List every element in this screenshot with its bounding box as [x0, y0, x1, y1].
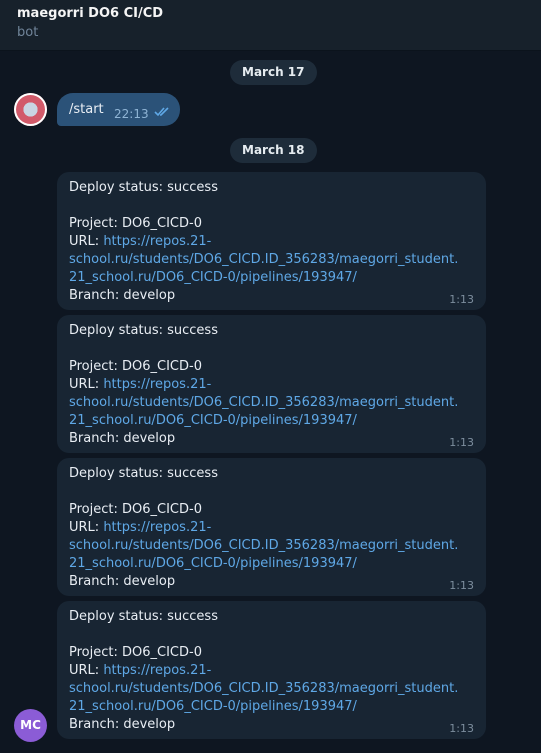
project-text: Project: DO6_CICD-0: [69, 359, 202, 374]
bot-message[interactable]: Deploy status: success Project: DO6_CICD…: [57, 458, 486, 596]
deploy-status-text: Deploy status: success: [69, 466, 218, 481]
user-avatar[interactable]: MC: [14, 709, 47, 742]
chat-subtitle: bot: [17, 25, 39, 40]
pipeline-link[interactable]: school.ru/students/DO6_CICD.ID_356283/ma…: [69, 252, 458, 267]
url-label: URL:: [69, 234, 104, 249]
date-separator: March 18: [230, 138, 317, 163]
project-text: Project: DO6_CICD-0: [69, 502, 202, 517]
branch-text: Branch: develop: [69, 288, 176, 303]
pipeline-link[interactable]: 21_school.ru/DO6_CICD-0/pipelines/193947…: [69, 699, 357, 714]
url-label: URL:: [69, 520, 104, 535]
pipeline-link[interactable]: 21_school.ru/DO6_CICD-0/pipelines/193947…: [69, 413, 357, 428]
bot-message[interactable]: Deploy status: success Project: DO6_CICD…: [57, 315, 486, 453]
pipeline-link[interactable]: school.ru/students/DO6_CICD.ID_356283/ma…: [69, 538, 458, 553]
outgoing-message[interactable]: /start 22:13: [57, 93, 180, 126]
url-label: URL:: [69, 663, 104, 678]
pipeline-link[interactable]: https://repos.21-: [103, 520, 211, 535]
deploy-status-text: Deploy status: success: [69, 323, 218, 338]
pipeline-link[interactable]: school.ru/students/DO6_CICD.ID_356283/ma…: [69, 395, 458, 410]
deploy-status-text: Deploy status: success: [69, 180, 218, 195]
outgoing-message-text: /start: [69, 102, 104, 117]
pipeline-link[interactable]: https://repos.21-: [103, 234, 211, 249]
date-separator: March 17: [230, 60, 317, 85]
branch-text: Branch: develop: [69, 717, 176, 732]
message-time: 1:13: [449, 722, 474, 735]
pipeline-link[interactable]: https://repos.21-: [103, 663, 211, 678]
project-text: Project: DO6_CICD-0: [69, 645, 202, 660]
chat-header[interactable]: maegorri DO6 CI/CD bot: [0, 0, 541, 51]
project-text: Project: DO6_CICD-0: [69, 216, 202, 231]
url-label: URL:: [69, 377, 104, 392]
bot-message[interactable]: Deploy status: success Project: DO6_CICD…: [57, 601, 486, 739]
message-time: 1:13: [449, 579, 474, 592]
bot-avatar[interactable]: [14, 93, 47, 126]
message-time: 1:13: [449, 293, 474, 306]
message-time: 1:13: [449, 436, 474, 449]
pipeline-link[interactable]: 21_school.ru/DO6_CICD-0/pipelines/193947…: [69, 556, 357, 571]
pipeline-link[interactable]: https://repos.21-: [103, 377, 211, 392]
deploy-status-text: Deploy status: success: [69, 609, 218, 624]
pipeline-link[interactable]: 21_school.ru/DO6_CICD-0/pipelines/193947…: [69, 270, 357, 285]
bot-message[interactable]: Deploy status: success Project: DO6_CICD…: [57, 172, 486, 310]
double-check-icon: [154, 107, 169, 117]
branch-text: Branch: develop: [69, 431, 176, 446]
branch-text: Branch: develop: [69, 574, 176, 589]
pipeline-link[interactable]: school.ru/students/DO6_CICD.ID_356283/ma…: [69, 681, 458, 696]
outgoing-message-time: 22:13: [114, 107, 149, 121]
chat-title: maegorri DO6 CI/CD: [17, 6, 164, 21]
